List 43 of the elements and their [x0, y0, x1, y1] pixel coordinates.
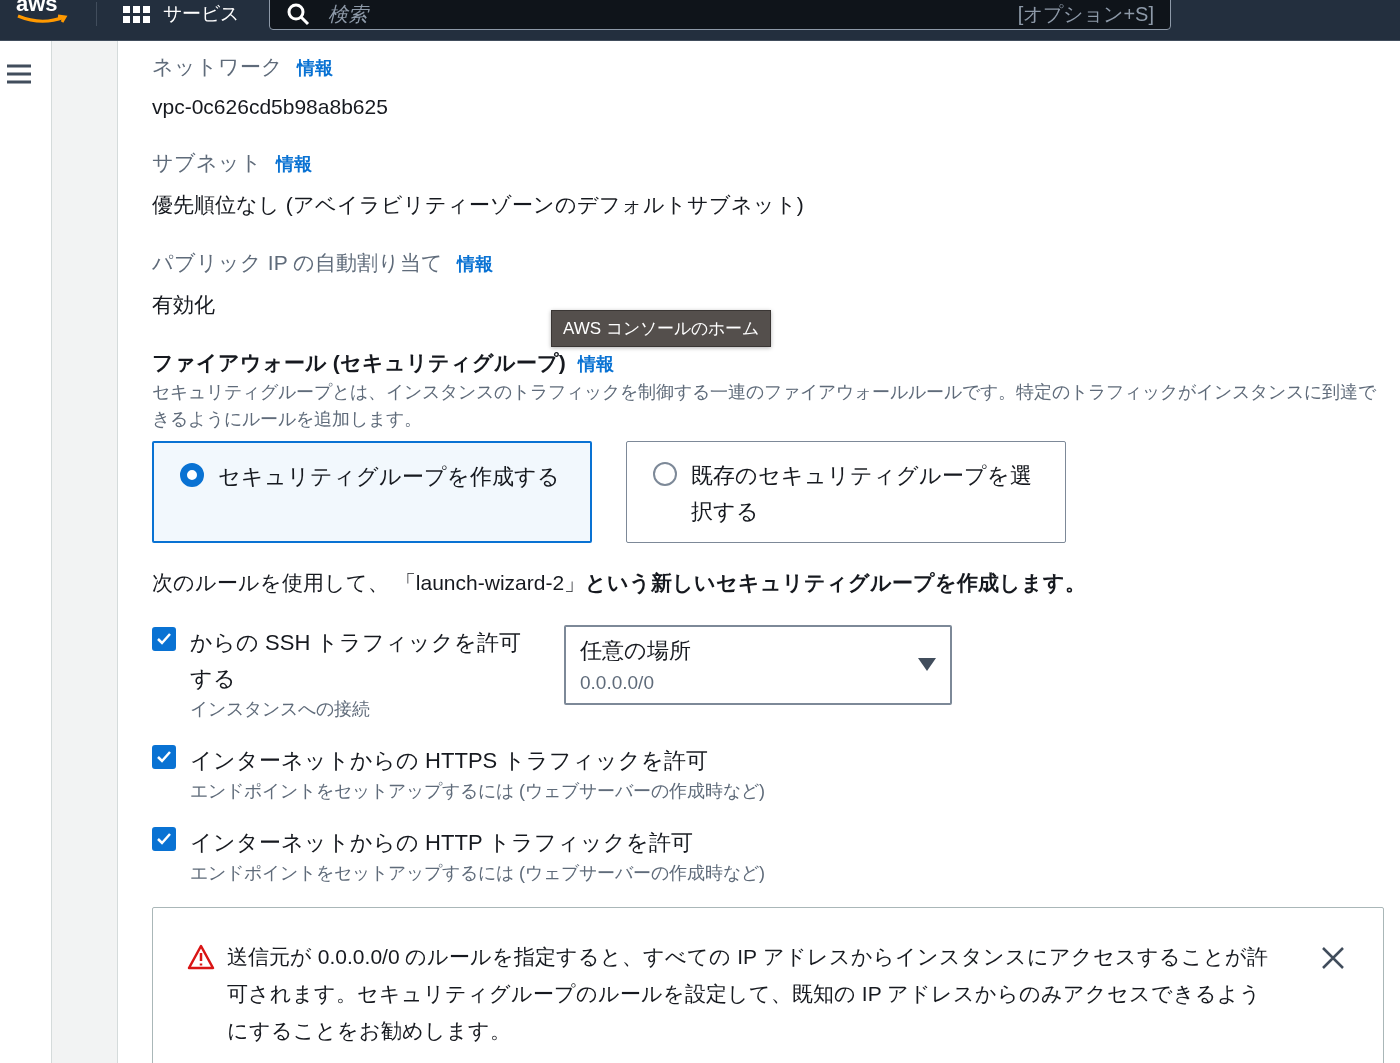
checkbox-hint: エンドポイントをセットアップするには (ウェブサーバーの作成時など): [190, 780, 765, 803]
caret-down-icon: [918, 658, 936, 672]
section-description: セキュリティグループとは、インスタンスのトラフィックを制御する一連のファイアウォールルールです。特定のトラフィックがインスタンスに到達できるようにルールを追加します。: [152, 381, 1377, 431]
search-icon: [286, 2, 310, 26]
checkbox-label: からの SSH トラフィックを許可する: [190, 629, 523, 693]
radio-button[interactable]: [653, 462, 677, 486]
checkbox[interactable]: [152, 827, 176, 851]
source-dropdown[interactable]: 任意の場所 0.0.0.0/0: [564, 625, 952, 705]
rule-note: 次のルールを使用して、 「launch-wizard-2」という新しいセキュリティグループを作成します。: [152, 570, 1088, 597]
field-label: ネットワーク: [152, 54, 283, 80]
shortcut-hint: [オプション+S]: [1017, 1, 1154, 27]
radio-option-card[interactable]: セキュリティグループを作成する: [152, 441, 592, 543]
checkbox-hint: エンドポイントをセットアップするには (ウェブサーバーの作成時など): [190, 862, 765, 885]
tooltip: AWS コンソールのホーム: [551, 310, 771, 347]
checkbox-label: インターネットからの HTTP トラフィックを許可: [190, 829, 695, 857]
logo[interactable]: aws: [0, 0, 96, 24]
warning-message: 送信元が 0.0.0.0/0 のルールを指定すると、すべての IP アドレスからインスタンスにアクセスすることが許可されます。セキュリティグループのルールを設定して、既知の IP アドレスからのみアクセスできるようにすることをお勧めします。: [227, 944, 1269, 1044]
field-value: 優先順位なし (アベイラビリティーゾーンのデフォルトサブネット): [152, 192, 805, 218]
services-menu[interactable]: サービス: [96, 2, 269, 26]
checkbox-label: インターネットからの HTTPS トラフィックを許可: [190, 747, 710, 775]
checkbox-hint: インスタンスへの接続: [190, 698, 371, 721]
field-label: サブネット: [152, 150, 262, 176]
radio-option-card[interactable]: 既存のセキュリティグループを選択する: [626, 441, 1066, 543]
radio-button[interactable]: [180, 463, 204, 487]
close-icon[interactable]: [1321, 946, 1345, 970]
search-field[interactable]: 検索 [オプション+S]: [269, 0, 1171, 30]
info-link[interactable]: 情報: [577, 352, 614, 376]
check-icon: [156, 750, 172, 764]
section-title: ファイアウォール (セキュリティグループ): [152, 350, 566, 376]
field-label: パブリック IP の自動割り当て: [152, 250, 444, 276]
smile-arrow-icon: [16, 14, 68, 24]
info-link[interactable]: 情報: [297, 56, 333, 80]
info-link[interactable]: 情報: [276, 152, 312, 176]
field-value: 有効化: [152, 292, 216, 318]
check-icon: [156, 832, 172, 846]
info-link[interactable]: 情報: [457, 252, 494, 276]
grid-icon: [123, 4, 151, 24]
checkbox[interactable]: [152, 745, 176, 769]
checkbox[interactable]: [152, 627, 176, 651]
check-icon: [156, 632, 172, 646]
menu-icon[interactable]: [6, 63, 32, 85]
warning-icon: [187, 944, 215, 970]
field-value: vpc-0c626cd5b98a8b625: [152, 95, 389, 119]
